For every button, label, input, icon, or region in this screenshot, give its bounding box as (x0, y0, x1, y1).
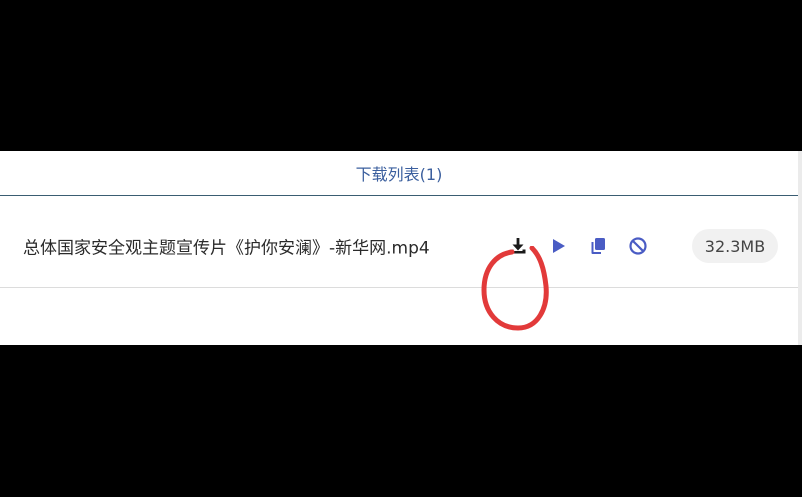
download-button[interactable] (505, 233, 531, 259)
play-icon (553, 239, 565, 253)
download-list-header: 下载列表(1) (0, 151, 798, 196)
play-button[interactable] (545, 233, 571, 259)
scrollbar-track[interactable] (798, 151, 802, 345)
copy-icon (591, 238, 605, 254)
file-size: 32.3MB (704, 236, 766, 256)
download-icon (510, 238, 526, 254)
file-name: 总体国家安全观主题宣传片《护你安澜》-新华网.mp4 (23, 238, 430, 259)
download-actions (505, 233, 665, 259)
cancel-button[interactable] (625, 233, 651, 259)
download-list-title: 下载列表(1) (355, 165, 443, 184)
red-annotation-circle (481, 246, 549, 331)
cancel-icon (629, 237, 647, 255)
download-list-panel: 下载列表(1) 总体国家安全观主题宣传片《护你安澜》-新华网.mp4 32.3M… (0, 151, 798, 345)
copy-button[interactable] (585, 233, 611, 259)
file-size-badge: 32.3MB (692, 229, 778, 263)
download-item: 总体国家安全观主题宣传片《护你安澜》-新华网.mp4 32.3MB (0, 196, 798, 331)
